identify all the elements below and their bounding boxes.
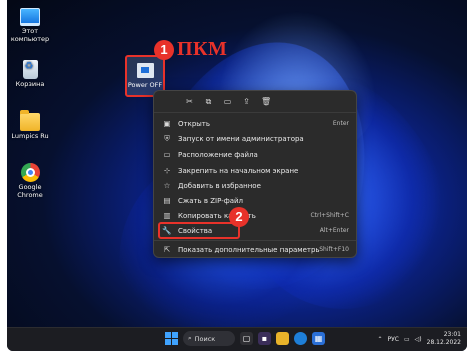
menu-item-add-favorites[interactable]: ☆ Добавить в избранное — [158, 179, 353, 192]
star-icon: ☆ — [163, 181, 171, 190]
store-icon[interactable]: ▦ — [312, 332, 325, 345]
chrome-icon — [20, 163, 40, 182]
desktop-icon-recycle-bin[interactable]: Корзина — [7, 60, 53, 89]
folder-icon: ▭ — [163, 150, 171, 159]
menu-item-zip[interactable]: ▤ Сжать в ZIP-файл — [158, 194, 353, 207]
chat-icon[interactable]: ▪ — [258, 332, 271, 345]
start-button-icon[interactable] — [165, 332, 178, 345]
menu-item-pin-start[interactable]: ⊹ Закрепить на начальном экране — [158, 164, 353, 177]
folder-icon — [20, 110, 40, 131]
menu-item-copy-path[interactable]: ▥ Копировать как путь Ctrl+Shift+C — [158, 209, 353, 222]
delete-icon[interactable]: 🗑 — [261, 97, 271, 106]
volume-icon[interactable]: ◁) — [415, 336, 422, 343]
desktop-icon-this-pc[interactable]: Этот компьютер — [7, 8, 53, 43]
desktop-icon-label: Lumpics Ru — [11, 132, 49, 140]
desktop-icon-label: Google Chrome — [17, 183, 43, 199]
task-view-icon[interactable]: ▢ — [240, 332, 253, 345]
network-icon[interactable]: ▭ — [404, 336, 410, 343]
context-menu-toolbar: ✂ ⧉ ▭ ⇪ 🗑 — [154, 91, 356, 113]
step-1-badge: 1 — [154, 40, 174, 60]
chevron-up-icon[interactable]: ⌃ — [378, 336, 383, 343]
open-icon: ▣ — [163, 119, 171, 128]
edge-icon[interactable] — [294, 332, 307, 345]
clock[interactable]: 23:01 28.12.2022 — [427, 331, 461, 347]
step-2-badge: 2 — [229, 207, 249, 227]
computer-icon — [20, 8, 40, 26]
recycle-bin-icon — [22, 60, 38, 79]
share-icon[interactable]: ⇪ — [242, 97, 251, 106]
menu-separator — [154, 240, 356, 241]
copy-path-icon: ▥ — [163, 211, 171, 220]
step-1-label: ПКМ — [177, 38, 228, 60]
taskbar: ⌕ Поиск ▢ ▪ ▦ ⌃ РУС ▭ ◁) 23:01 28.12.202… — [7, 327, 467, 351]
system-tray: ⌃ РУС ▭ ◁) 23:01 28.12.2022 — [378, 331, 462, 347]
file-explorer-icon[interactable] — [276, 332, 289, 345]
menu-item-run-as-admin[interactable]: ⛨ Запуск от имени администратора — [158, 132, 353, 145]
properties-highlight — [158, 222, 240, 239]
search-icon: ⌕ — [188, 334, 192, 342]
language-indicator[interactable]: РУС — [388, 336, 399, 343]
desktop-icon-lumpics-folder[interactable]: Lumpics Ru — [7, 110, 53, 141]
desktop-icon-label: Этот компьютер — [10, 27, 50, 43]
desktop-icon-chrome[interactable]: Google Chrome — [7, 163, 53, 199]
desktop-icon-label: Power OFF — [127, 81, 163, 89]
context-menu: ✂ ⧉ ▭ ⇪ 🗑 ▣ Открыть Enter ⛨ Запуск от им… — [153, 90, 357, 258]
more-options-icon: ⇱ — [163, 245, 171, 254]
taskbar-apps: ⌕ Поиск ▢ ▪ ▦ — [165, 331, 325, 346]
desktop-icon-label: Корзина — [15, 80, 45, 88]
copy-icon[interactable]: ⧉ — [204, 97, 213, 106]
menu-item-more-options[interactable]: ⇱ Показать дополнительные параметры Shif… — [158, 243, 353, 256]
zip-icon: ▤ — [163, 196, 171, 205]
pin-icon: ⊹ — [163, 166, 171, 175]
desktop-screen: Этот компьютер Корзина Lumpics Ru Google… — [7, 0, 467, 351]
shortcut-icon — [136, 63, 154, 78]
menu-item-open[interactable]: ▣ Открыть Enter — [158, 117, 353, 130]
cut-icon[interactable]: ✂ — [185, 97, 194, 106]
taskbar-search[interactable]: ⌕ Поиск — [183, 331, 235, 346]
rename-icon[interactable]: ▭ — [223, 97, 232, 106]
shield-icon: ⛨ — [164, 133, 170, 143]
menu-item-file-location[interactable]: ▭ Расположение файла — [158, 148, 353, 161]
